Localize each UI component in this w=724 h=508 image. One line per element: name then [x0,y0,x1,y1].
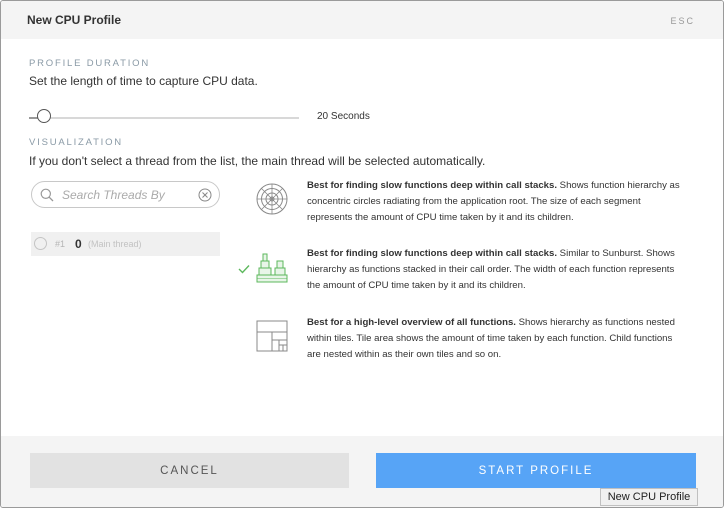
thread-radio[interactable] [34,237,47,250]
profile-duration-label: PROFILE DURATION [29,58,150,69]
duration-value: 20 Seconds [317,111,370,122]
search-icon [40,188,54,202]
visualization-label: VISUALIZATION [29,137,123,148]
cancel-button[interactable]: CANCEL [30,453,349,488]
flame-graph-icon[interactable] [255,251,289,285]
esc-close-button[interactable]: ESC [670,16,695,26]
treemap-option-heading: Best for a high-level overview of all fu… [307,317,516,328]
dialog-header: New CPU Profile ESC [1,1,723,39]
checkmark-icon [238,265,250,274]
thread-search-box[interactable] [31,181,220,208]
duration-slider-track[interactable] [29,117,299,119]
new-cpu-profile-dialog: New CPU Profile ESC PROFILE DURATION Set… [0,0,724,508]
thread-list-item[interactable]: #1 0 (Main thread) [31,232,220,256]
flame-graph-option-heading: Best for finding slow functions deep wit… [307,248,558,259]
clear-search-icon[interactable] [198,188,212,202]
sunburst-option-text[interactable]: Best for finding slow functions deep wit… [307,178,687,226]
thread-search-input[interactable] [62,187,192,203]
start-profile-button[interactable]: START PROFILE [376,453,696,488]
treemap-option-text[interactable]: Best for a high-level overview of all fu… [307,315,687,363]
sunburst-option-heading: Best for finding slow functions deep wit… [307,180,558,191]
tooltip: New CPU Profile [600,488,698,506]
flame-graph-option-text[interactable]: Best for finding slow functions deep wit… [307,246,687,294]
dialog-title: New CPU Profile [27,13,122,27]
thread-number: #1 [55,239,66,249]
duration-slider-thumb[interactable] [37,109,51,123]
profile-duration-description: Set the length of time to capture CPU da… [29,74,258,88]
thread-id: 0 [75,237,82,251]
visualization-description: If you don't select a thread from the li… [29,154,486,168]
treemap-icon[interactable] [255,319,289,353]
thread-name: (Main thread) [88,239,142,249]
sunburst-icon[interactable] [255,182,289,216]
